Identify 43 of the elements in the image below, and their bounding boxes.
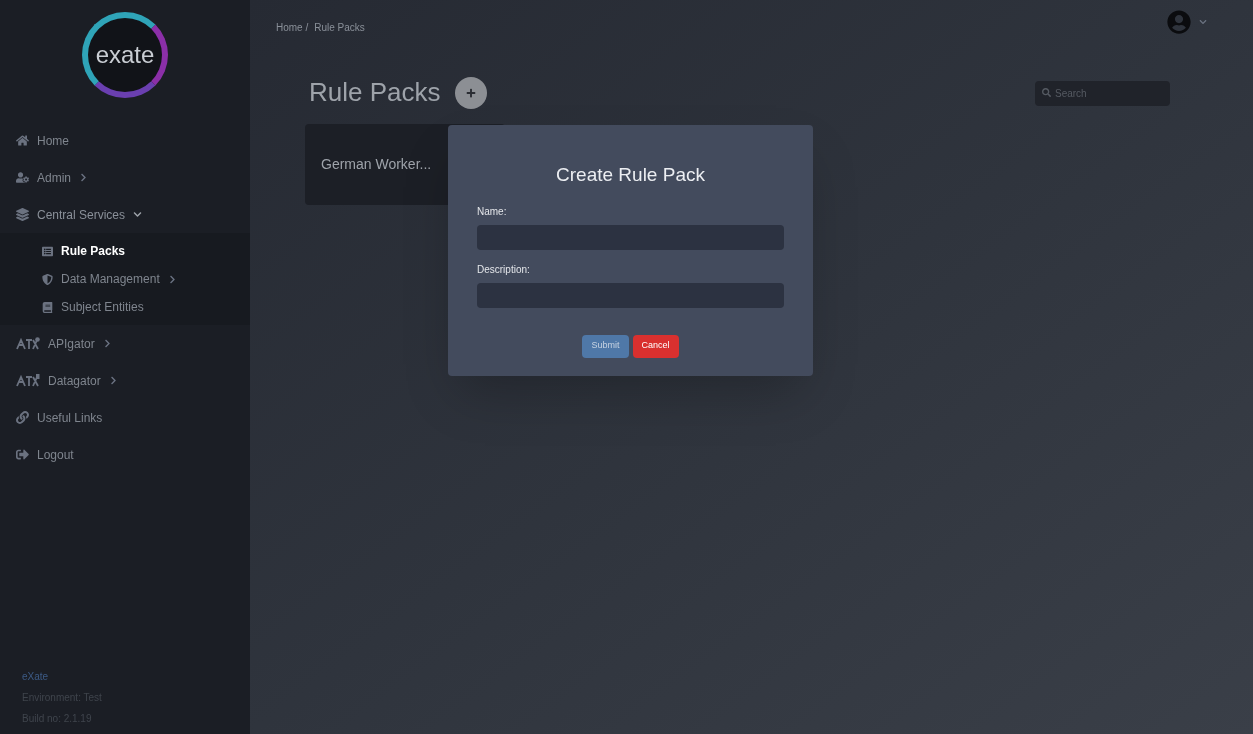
user-icon [16, 171, 29, 184]
nav-item[interactable]: Logout [0, 436, 250, 473]
nav-item[interactable]: Data Management [0, 265, 250, 293]
field-label: Name: [477, 204, 508, 219]
chevron-icon [79, 173, 88, 182]
gator-logo-icon [16, 336, 40, 351]
breadcrumb-link[interactable]: Rule Packs [314, 20, 365, 35]
text-input[interactable] [477, 282, 784, 308]
home-icon [16, 134, 29, 147]
nav-item[interactable]: APIgator [0, 325, 250, 362]
nav-item[interactable]: Useful Links [0, 399, 250, 436]
link-icon [16, 411, 29, 424]
footer-link[interactable]: eXate [22, 669, 228, 684]
chevron-icon [133, 210, 143, 219]
chevron-icon [167, 274, 177, 284]
page-title: Rule Packs [309, 76, 441, 109]
list-icon [42, 245, 53, 257]
nav-item[interactable]: Datagator [0, 362, 250, 399]
chevron-down-icon [1199, 18, 1207, 26]
plus-icon [465, 87, 476, 98]
layers-icon [16, 208, 29, 221]
book-icon [42, 301, 53, 313]
avatar-icon [1167, 10, 1191, 34]
chevron-icon [102, 339, 112, 348]
nav-item[interactable]: Central Services [0, 196, 250, 233]
cancel-button[interactable]: Cancel [632, 334, 679, 358]
nav-item[interactable]: Home [0, 122, 250, 159]
user-menu[interactable] [1167, 10, 1207, 34]
breadcrumb-link[interactable]: Home / [276, 20, 309, 35]
gator-logo-icon [16, 373, 40, 388]
add-button[interactable] [454, 76, 487, 109]
nav-item[interactable]: Admin [0, 159, 250, 196]
chevron-icon [108, 376, 118, 385]
nav-item[interactable]: Rule Packs [0, 237, 250, 265]
search-icon [1042, 88, 1051, 97]
logout-icon [16, 448, 29, 461]
logo: exate [82, 12, 168, 98]
field-label: Description: [477, 262, 531, 277]
shield-icon [42, 273, 53, 285]
text-input[interactable] [477, 224, 784, 250]
nav-item[interactable]: Subject Entities [0, 293, 250, 321]
dialog-title: Create Rule Pack [555, 163, 706, 187]
submit-button[interactable]: Submit [582, 334, 629, 358]
